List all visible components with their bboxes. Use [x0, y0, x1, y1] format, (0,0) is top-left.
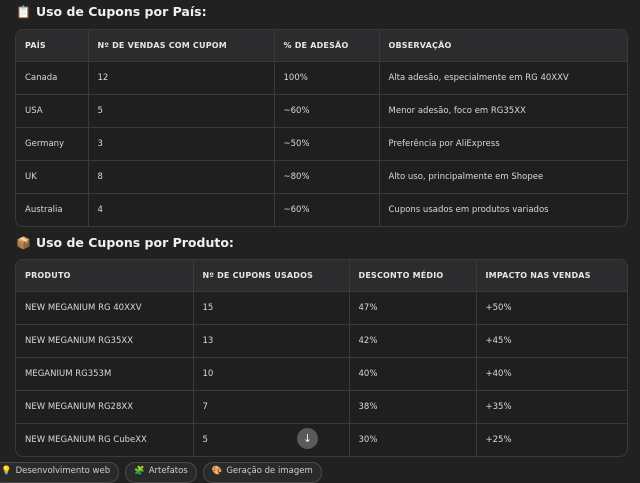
scroll-down-button[interactable]: ↓ — [297, 428, 318, 449]
table-cell: +35% — [475, 390, 627, 424]
table-cell: Cupons usados em produtos variados — [378, 193, 627, 226]
table-cell: 3 — [87, 127, 274, 161]
table-cell: UK — [16, 160, 88, 194]
table-cell: 13 — [192, 324, 349, 358]
table-row: NEW MEGANIUM RG CubeXX 5 30% +25% — [16, 423, 627, 456]
table-cell: 8 — [87, 160, 274, 194]
column-header: Nº DE CUPONS USADOS — [192, 260, 349, 292]
section-title-text: Uso de Cupons por Produto: — [35, 235, 234, 250]
products-table: PRODUTO Nº DE CUPONS USADOS DESCONTO MÉD… — [15, 259, 628, 457]
table-cell: Preferência por AliExpress — [378, 127, 627, 161]
table-cell: ~80% — [273, 160, 379, 194]
section-title-text: Uso de Cupons por País: — [35, 4, 207, 19]
table-cell: ~50% — [273, 127, 379, 161]
table-cell: 42% — [348, 324, 476, 358]
column-header: PRODUTO — [16, 260, 193, 292]
table-cell: NEW MEGANIUM RG35XX — [16, 324, 193, 358]
column-header: OBSERVAÇÃO — [378, 30, 627, 62]
table-cell: Alto uso, principalmente em Shopee — [378, 160, 627, 194]
table-cell: 5 — [87, 94, 274, 128]
column-header: PAÍS — [16, 30, 88, 62]
arrow-down-icon: ↓ — [302, 432, 313, 445]
chip-artifacts[interactable]: 🧩 Artefatos — [125, 462, 197, 483]
table-cell: Canada — [16, 61, 88, 95]
table-cell: 30% — [348, 423, 476, 456]
table-row: NEW MEGANIUM RG28XX 7 38% +35% — [16, 390, 627, 424]
table-cell: ~60% — [273, 94, 379, 128]
table-cell: USA — [16, 94, 88, 128]
table-cell: ~60% — [273, 193, 379, 226]
countries-table: PAÍS Nº DE VENDAS COM CUPOM % DE ADESÃO … — [15, 29, 628, 227]
table-cell: +50% — [475, 291, 627, 325]
table-cell: 40% — [348, 357, 476, 391]
column-header: IMPACTO NAS VENDAS — [475, 260, 627, 292]
package-icon: 📦 — [16, 235, 31, 250]
table-cell: 12 — [87, 61, 274, 95]
table-cell: 47% — [348, 291, 476, 325]
table-row: USA 5 ~60% Menor adesão, foco em RG35XX — [16, 94, 627, 128]
section-title-products: 📦 Uso de Cupons por Produto: — [16, 235, 234, 250]
table-cell: Alta adesão, especialmente em RG 40XXV — [378, 61, 627, 95]
table-cell: 10 — [192, 357, 349, 391]
table-cell: +45% — [475, 324, 627, 358]
table-cell: NEW MEGANIUM RG28XX — [16, 390, 193, 424]
table-cell: 100% — [273, 61, 379, 95]
column-header: Nº DE VENDAS COM CUPOM — [87, 30, 274, 62]
table-cell: Germany — [16, 127, 88, 161]
table-cell: 4 — [87, 193, 274, 226]
table-row: Australia 4 ~60% Cupons usados em produt… — [16, 193, 627, 226]
chip-web-development[interactable]: 💡 Desenvolvimento web — [0, 462, 120, 483]
table-cell: 5 — [192, 423, 349, 456]
clipboard-icon: 📋 — [16, 4, 31, 19]
table-cell: 38% — [348, 390, 476, 424]
column-header: % DE ADESÃO — [273, 30, 379, 62]
table-row: Germany 3 ~50% Preferência por AliExpres… — [16, 127, 627, 161]
table-cell: +25% — [475, 423, 627, 456]
table-cell: MEGANIUM RG353M — [16, 357, 193, 391]
table-cell: 15 — [192, 291, 349, 325]
section-title-countries: 📋 Uso de Cupons por País: — [16, 4, 207, 19]
table-row: NEW MEGANIUM RG35XX 13 42% +45% — [16, 324, 627, 358]
table-row: MEGANIUM RG353M 10 40% +40% — [16, 357, 627, 391]
suggestion-chips: 💡 Desenvolvimento web 🧩 Artefatos 🎨 Gera… — [0, 462, 322, 483]
table-row: Canada 12 100% Alta adesão, especialment… — [16, 61, 627, 95]
table-row: NEW MEGANIUM RG 40XXV 15 47% +50% — [16, 291, 627, 325]
table-cell: Menor adesão, foco em RG35XX — [378, 94, 627, 128]
chip-image-generation[interactable]: 🎨 Geração de imagem — [202, 462, 322, 483]
table-cell: Australia — [16, 193, 88, 226]
table-cell: 7 — [192, 390, 349, 424]
table-header-row: PAÍS Nº DE VENDAS COM CUPOM % DE ADESÃO … — [16, 30, 627, 62]
table-header-row: PRODUTO Nº DE CUPONS USADOS DESCONTO MÉD… — [16, 260, 627, 292]
table-row: UK 8 ~80% Alto uso, principalmente em Sh… — [16, 160, 627, 194]
table-cell: NEW MEGANIUM RG 40XXV — [16, 291, 193, 325]
table-cell: NEW MEGANIUM RG CubeXX — [16, 423, 193, 456]
table-cell: +40% — [475, 357, 627, 391]
column-header: DESCONTO MÉDIO — [348, 260, 476, 292]
